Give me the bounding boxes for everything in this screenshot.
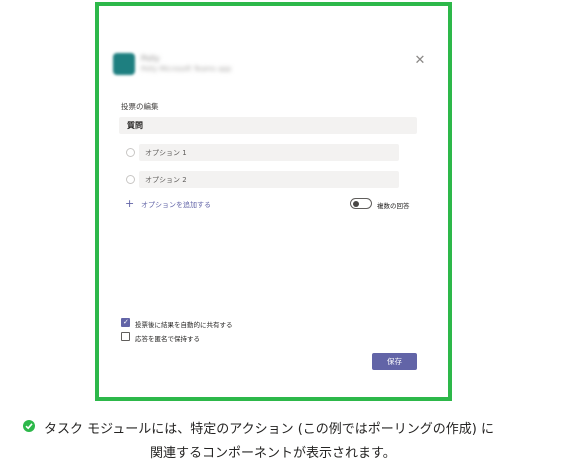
option-placeholder: オプション 1: [145, 149, 187, 157]
option-row: オプション 1: [123, 144, 403, 161]
caption-line-1: タスク モジュールには、特定のアクション (この例ではポーリングの作成) に: [44, 422, 494, 437]
toggle-knob: [353, 200, 359, 207]
task-module-dialog: Polly Polly Microsoft Teams app ✕ 投票の編集 …: [101, 8, 446, 395]
caption-line-2: 関連するコンポーネントが表示されます。: [150, 446, 396, 461]
plus-icon: +: [125, 197, 135, 210]
app-subtitle: Polly Microsoft Teams app: [141, 65, 232, 73]
radio-icon: [126, 175, 135, 184]
radio-icon: [126, 148, 135, 157]
add-option-label: オプションを追加する: [141, 201, 211, 209]
multiple-answers-toggle[interactable]: [350, 198, 372, 209]
question-input[interactable]: 質問: [119, 117, 417, 134]
check-circle-icon: [23, 420, 35, 432]
option-input-1[interactable]: オプション 1: [139, 144, 399, 161]
app-logo: [113, 53, 135, 75]
checkmark-icon: ✓: [123, 318, 129, 326]
anonymous-label: 応答を匿名で保持する: [135, 335, 200, 343]
section-label: 投票の編集: [121, 102, 159, 111]
option-row: オプション 2: [123, 171, 403, 188]
share-results-label: 投票後に結果を自動的に共有する: [135, 321, 233, 329]
close-icon[interactable]: ✕: [413, 54, 427, 68]
option-placeholder: オプション 2: [145, 176, 187, 184]
app-header: Polly Polly Microsoft Teams app: [113, 53, 413, 79]
save-button[interactable]: 保存: [372, 353, 417, 370]
option-input-2[interactable]: オプション 2: [139, 171, 399, 188]
question-label: 質問: [127, 121, 143, 130]
anonymous-checkbox[interactable]: [121, 332, 130, 341]
share-results-checkbox[interactable]: ✓: [121, 318, 130, 327]
multiple-answers-label: 複数の回答: [377, 202, 410, 210]
app-name: Polly: [141, 54, 160, 63]
